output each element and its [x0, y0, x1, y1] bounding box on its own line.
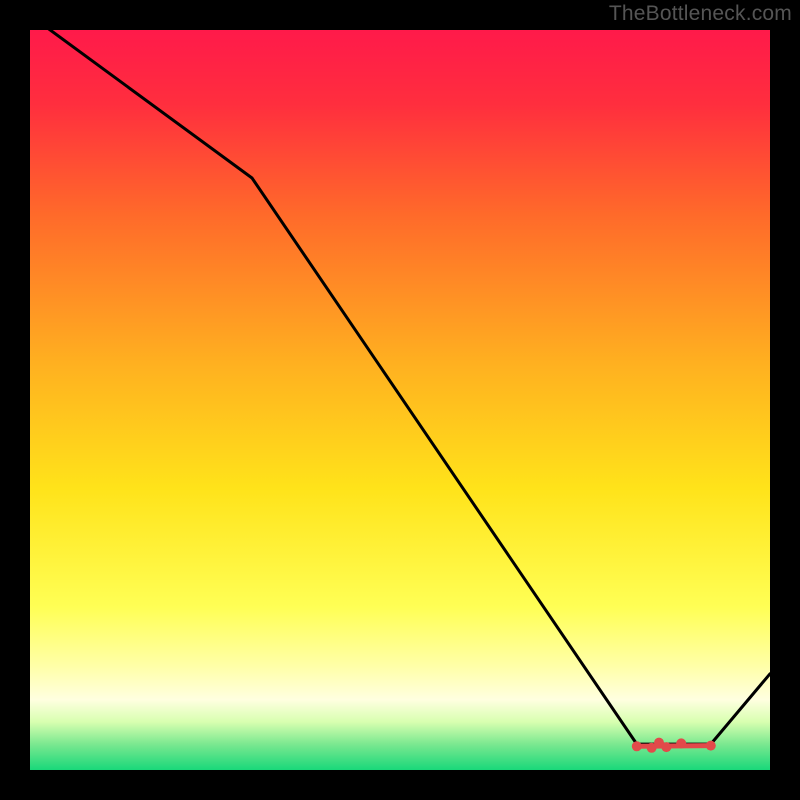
chart-svg	[30, 30, 770, 770]
plot-area	[30, 30, 770, 770]
marker-dot	[632, 741, 642, 751]
chart-frame: TheBottleneck.com	[0, 0, 800, 800]
watermark-text: TheBottleneck.com	[609, 2, 792, 26]
marker-dot	[661, 742, 671, 752]
marker-dot	[676, 738, 686, 748]
gradient-background	[30, 30, 770, 770]
marker-dot	[706, 741, 716, 751]
